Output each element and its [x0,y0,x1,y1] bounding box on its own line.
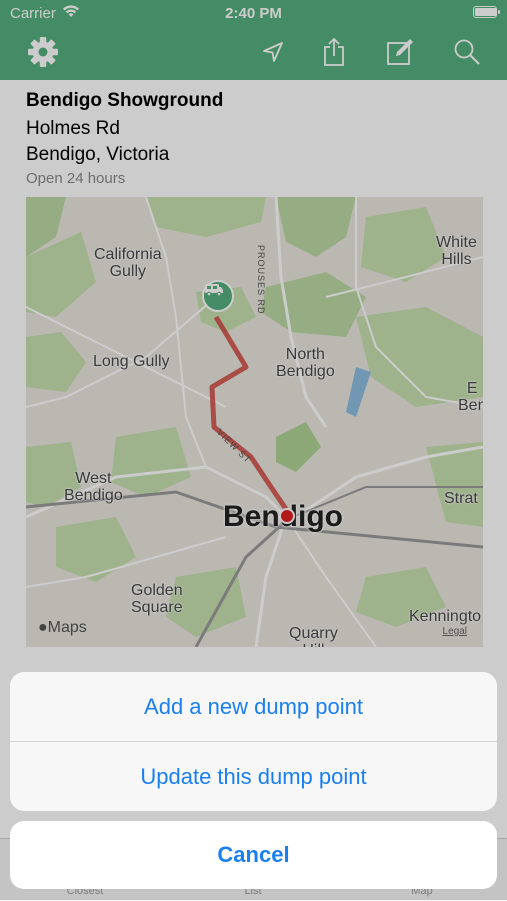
cancel-button[interactable]: Cancel [10,821,497,889]
action-sheet: Add a new dump point Update this dump po… [10,672,497,811]
update-dump-point-button[interactable]: Update this dump point [10,742,497,811]
add-dump-point-button[interactable]: Add a new dump point [10,672,497,741]
